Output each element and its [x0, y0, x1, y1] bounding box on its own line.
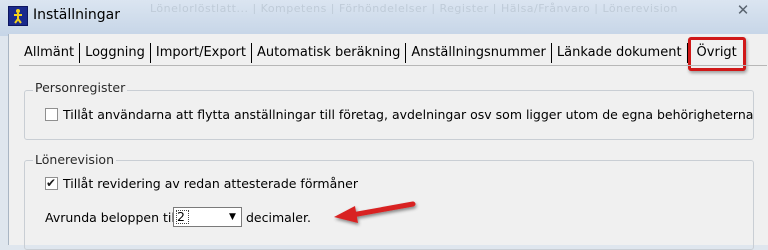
label-revidering: Tillåt revidering av redan attesterade f…: [63, 176, 358, 191]
label-flytta-anstallningar: Tillåt användarna att flytta anställning…: [63, 107, 754, 122]
chevron-down-icon[interactable]: ▼: [224, 208, 241, 226]
tab-import-export[interactable]: Import/Export: [151, 43, 253, 63]
tab-lankade-dokument[interactable]: Länkade dokument: [552, 43, 688, 63]
checkmark-icon: ✔: [46, 176, 57, 190]
decimals-value: 2: [177, 209, 185, 224]
checkbox-revidering[interactable]: ✔: [45, 176, 58, 190]
decimals-dropdown[interactable]: 2 ▼: [173, 207, 242, 227]
close-button[interactable]: ✕: [718, 0, 768, 20]
checkbox-flytta-anstallningar[interactable]: [45, 108, 58, 121]
tab-anstallningsnummer[interactable]: Anställningsnummer: [406, 43, 552, 63]
window-title: Inställningar: [33, 7, 121, 23]
app-icon: [8, 6, 28, 26]
group-title-lonerevision: Lönerevision: [33, 152, 116, 167]
title-bar: Lönelorlöstlatt... | Kompetens | Förhönd…: [0, 0, 768, 36]
tab-divider: [19, 65, 767, 66]
tab-strip: Allmänt Loggning Import/Export Automatisk b…: [19, 37, 746, 71]
tab-loggning[interactable]: Loggning: [80, 43, 151, 63]
background-window-text: Lönelorlöstlatt... | Kompetens | Förhönd…: [150, 2, 678, 14]
annotation-arrow-icon: [334, 201, 416, 223]
label-avrunda: Avrunda beloppen till: [45, 210, 179, 225]
group-title-personregister: Personregister: [33, 80, 128, 95]
label-decimaler: decimaler.: [246, 210, 311, 225]
tab-automatisk-berakning[interactable]: Automatisk beräkning: [252, 43, 407, 63]
tab-allmant[interactable]: Allmänt: [19, 43, 81, 63]
